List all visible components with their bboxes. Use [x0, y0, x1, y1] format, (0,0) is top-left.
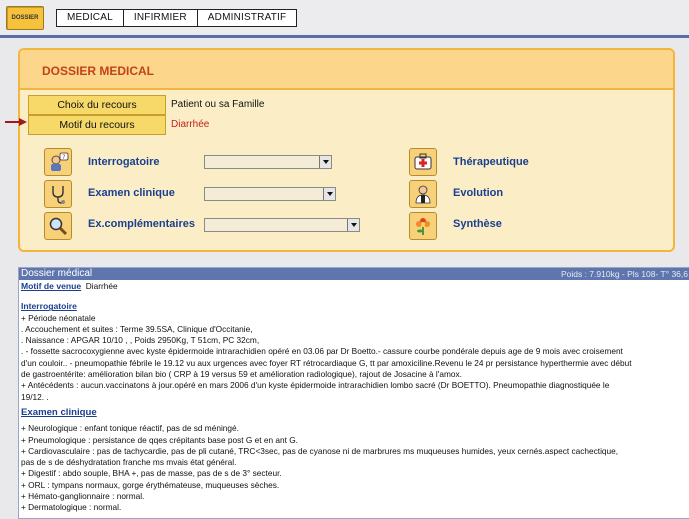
dossier-folder-icon[interactable]: DOSSIER	[6, 6, 44, 30]
evolution-link[interactable]: Evolution	[453, 187, 503, 199]
chevron-down-icon[interactable]	[347, 219, 359, 231]
examen-line: + ORL : tympans normaux, gorge érythémat…	[21, 479, 280, 490]
synthese-link[interactable]: Synthèse	[453, 218, 502, 230]
arrow-right-icon	[5, 118, 27, 126]
examen-line: + Cardiovasculaire : pas de tachycardie,…	[21, 445, 619, 456]
vitals-text: Poids : 7.910kg - Pls 108- T° 36,6	[560, 269, 688, 279]
interrogatoire-heading: Interrogatoire	[21, 301, 77, 312]
interrogatoire-line: . Naissance : APGAR 10/10 , , Poids 2950…	[21, 335, 260, 346]
examen-heading: Examen clinique	[21, 406, 97, 418]
interrogatoire-line: de gastroentérite: amélioration bilan bi…	[21, 369, 462, 380]
dossier-record-section: Dossier médical Poids : 7.910kg - Pls 10…	[18, 267, 689, 519]
chevron-down-icon[interactable]	[323, 188, 335, 200]
examen-line: + Neurologique : enfant tonique réactif,…	[21, 423, 239, 434]
examen-line: + Dermatologique : normal.	[21, 502, 122, 513]
header-divider	[0, 35, 689, 38]
record-title: Dossier médical	[21, 268, 93, 279]
motif-du-recours-value: Diarrhée	[171, 119, 210, 130]
tab-administratif[interactable]: ADMINISTRATIF	[196, 9, 298, 27]
choix-du-recours-value: Patient ou sa Famille	[171, 99, 265, 110]
examen-clinique-link[interactable]: Examen clinique	[88, 187, 175, 199]
examen-line: + Pneumologique : persistance de qqes cr…	[21, 434, 298, 445]
therapeutique-link[interactable]: Thérapeutique	[453, 156, 529, 168]
examen-line: + Hémato-ganglionnaire : normal.	[21, 491, 145, 502]
motif-value: Diarrhée	[85, 281, 118, 291]
magnifier-icon[interactable]	[44, 212, 72, 240]
interrogatoire-link[interactable]: Interrogatoire	[88, 156, 160, 168]
interrogatoire-line: + Antécédents : aucun.vaccinatons à jour…	[21, 380, 610, 391]
interrogatoire-line: + Période néonatale	[21, 312, 96, 323]
interrogatoire-line: 19/12. .	[21, 391, 49, 402]
tab-medical[interactable]: MEDICAL	[56, 9, 124, 27]
question-person-icon[interactable]: ?	[44, 148, 72, 176]
main-tabs: MEDICAL INFIRMIER ADMINISTRATIF	[56, 9, 298, 27]
ex-complementaires-select[interactable]	[204, 218, 360, 232]
ex-complementaires-link[interactable]: Ex.complémentaires	[88, 218, 195, 230]
motif-heading: Motif de venue	[21, 281, 82, 291]
interrogatoire-select[interactable]	[204, 155, 332, 169]
record-content[interactable]: Motif de venue Diarrhée Interrogatoire +…	[19, 280, 689, 515]
interrogatoire-line: . Accouchement et suites : Terme 39.5SA,…	[21, 323, 253, 334]
motif-du-recours-button[interactable]: Motif du recours	[28, 115, 166, 135]
examen-line: pas de s de déshydratation franche ms mv…	[21, 457, 237, 468]
flower-icon[interactable]	[409, 212, 437, 240]
panel-title: DOSSIER MEDICAL	[42, 64, 155, 78]
panel-header: DOSSIER MEDICAL	[20, 50, 673, 90]
examen-line: + Digestif : abdo souple, BHA +, pas de …	[21, 468, 282, 479]
choix-du-recours-button[interactable]: Choix du recours	[28, 95, 166, 115]
top-bar: DOSSIER MEDICAL INFIRMIER ADMINISTRATIF	[0, 0, 689, 34]
interrogatoire-line: d'un couloir.. - pneumopathie fébrile le…	[21, 357, 632, 368]
record-header: Dossier médical Poids : 7.910kg - Pls 10…	[19, 268, 689, 280]
svg-text:?: ?	[62, 154, 65, 161]
medkit-icon[interactable]	[409, 148, 437, 176]
dossier-medical-panel: DOSSIER MEDICAL Choix du recours Patient…	[18, 48, 675, 252]
chevron-down-icon[interactable]	[319, 156, 331, 168]
stethoscope-icon[interactable]	[44, 180, 72, 208]
tab-infirmier[interactable]: INFIRMIER	[122, 9, 198, 27]
doctor-icon[interactable]	[409, 180, 437, 208]
examen-clinique-select[interactable]	[204, 187, 336, 201]
interrogatoire-line: . - fossette sacrocoxygienne avec kyste …	[21, 346, 623, 357]
